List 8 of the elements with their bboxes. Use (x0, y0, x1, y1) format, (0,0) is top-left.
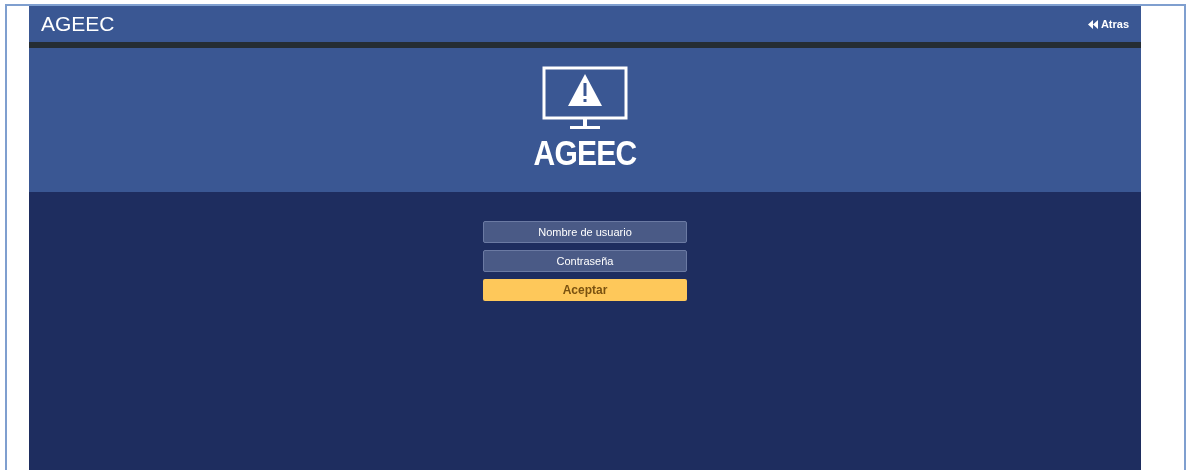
logo-text: AGEEC (533, 135, 637, 171)
monitor-warning-icon (542, 66, 628, 132)
double-left-icon (1087, 19, 1099, 29)
app-title: AGEEC (41, 11, 115, 38)
username-field[interactable]: Nombre de usuario (483, 221, 687, 243)
back-link[interactable]: Atras (1087, 15, 1129, 33)
accept-button[interactable]: Aceptar (483, 279, 687, 301)
password-field[interactable]: Contraseña (483, 250, 687, 272)
